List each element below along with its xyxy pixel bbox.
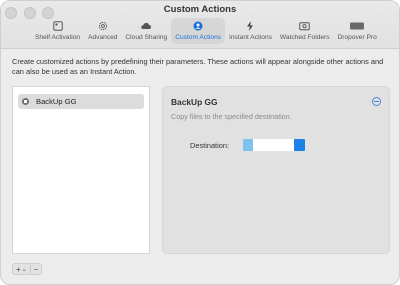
titlebar: Custom Actions Shelf Activation Advanced…	[1, 1, 399, 49]
action-icon	[22, 98, 29, 105]
tab-dropover-pro[interactable]: Dropover Pro	[334, 18, 381, 44]
tab-label: Instant Actions	[229, 34, 272, 41]
collapse-icon[interactable]	[372, 97, 381, 106]
detail-subtitle: Copy files to the specified destination.	[171, 112, 292, 121]
photo-folder-icon	[298, 20, 312, 32]
list-controls: + ⌄ −	[12, 263, 43, 275]
action-detail-panel: BackUp GG Copy files to the specified de…	[162, 86, 390, 254]
destination-folder-swatch	[243, 139, 253, 151]
list-item-label: BackUp GG	[36, 97, 77, 106]
gear-icon	[96, 20, 110, 32]
tab-label: Dropover Pro	[337, 34, 377, 41]
preferences-toolbar: Shelf Activation Advanced Cloud Sharing …	[31, 18, 381, 48]
custom-actions-list[interactable]: BackUp GG	[12, 86, 150, 254]
tab-label: Watched Folders	[279, 34, 330, 41]
tab-instant-actions[interactable]: Instant Actions	[225, 18, 276, 44]
page-description: Create customized actions by predefining…	[12, 57, 384, 76]
shelf-icon	[51, 20, 65, 32]
tab-label: Custom Actions	[175, 34, 222, 41]
tab-cloud-sharing[interactable]: Cloud Sharing	[121, 18, 171, 44]
plus-icon: +	[16, 264, 21, 274]
minus-icon: −	[33, 264, 39, 274]
remove-action-button[interactable]: −	[31, 264, 42, 274]
tab-watched-folders[interactable]: Watched Folders	[276, 18, 334, 44]
person-icon	[191, 20, 205, 32]
tab-advanced[interactable]: Advanced	[84, 18, 121, 44]
tab-custom-actions[interactable]: Custom Actions	[171, 18, 226, 44]
tab-label: Cloud Sharing	[125, 34, 168, 41]
destination-picker[interactable]	[243, 139, 305, 151]
preferences-window: Custom Actions Shelf Activation Advanced…	[0, 0, 400, 285]
destination-label: Destination:	[190, 141, 230, 150]
cloud-icon	[139, 20, 153, 32]
tab-shelf-activation[interactable]: Shelf Activation	[31, 18, 84, 44]
tab-label: Shelf Activation	[35, 34, 81, 41]
tab-label: Advanced	[88, 34, 118, 41]
bolt-icon	[243, 20, 257, 32]
pro-badge-icon	[350, 20, 365, 32]
destination-choose-button[interactable]	[294, 139, 305, 151]
add-action-button[interactable]: + ⌄	[13, 264, 30, 274]
window-title: Custom Actions	[163, 4, 237, 15]
detail-title: BackUp GG	[171, 97, 218, 107]
chevron-down-icon: ⌄	[21, 266, 27, 273]
list-item[interactable]: BackUp GG	[18, 94, 144, 109]
